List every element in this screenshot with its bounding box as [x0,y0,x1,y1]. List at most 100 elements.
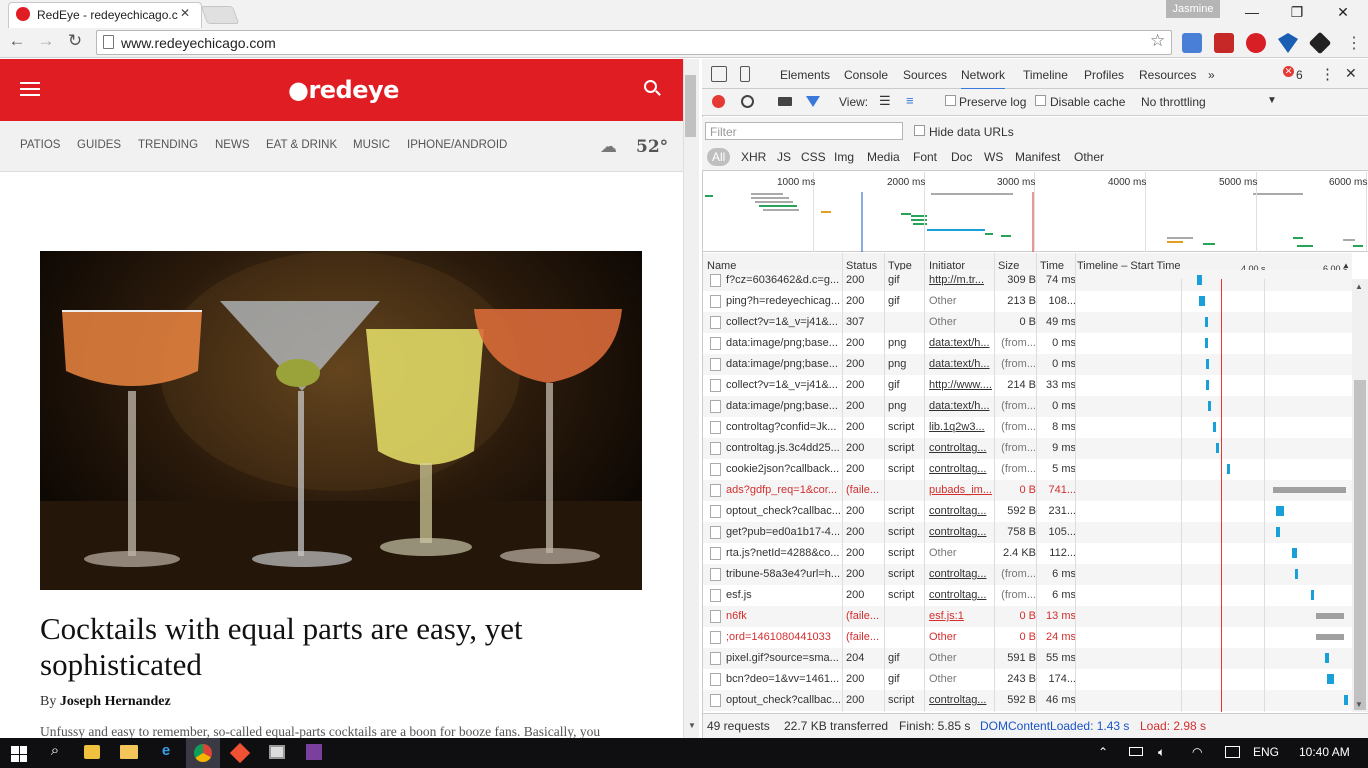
maximize-button[interactable]: ❐ [1274,0,1320,24]
filter-ws[interactable]: WS [984,150,1003,164]
hamburger-menu-icon[interactable] [20,82,40,96]
request-row[interactable]: esf.js 200 script controltag... (from... 6 ms [703,585,1352,606]
request-row[interactable]: collect?v=1&_v=j41&... 200 gif http://www..… [703,375,1352,396]
waterfall-view-icon[interactable]: ≡ [906,93,914,108]
tab-sources[interactable]: Sources [903,68,947,82]
chrome-menu-icon[interactable]: ⋮ [1346,33,1362,53]
cell-initiator[interactable]: lib.1q2w3... [929,421,995,433]
filter-media[interactable]: Media [867,150,900,164]
cell-initiator[interactable]: controltag... [929,505,995,517]
bookmark-star-icon[interactable]: ☆ [1150,31,1165,51]
request-row[interactable]: tribune-58a3e4?url=h... 200 script controlt… [703,564,1352,585]
search-taskbar-icon[interactable]: ⌕ [44,742,66,764]
request-row[interactable]: n6fk (faile... esf.js:1 0 B 13 ms [703,606,1352,627]
filter-input[interactable]: Filter [705,122,903,140]
request-row[interactable]: collect?v=1&_v=j41&... 307 Other 0 B 49 ms [703,312,1352,333]
request-row[interactable]: cookie2json?callback... 200 script controlt… [703,459,1352,480]
cell-initiator[interactable]: controltag... [929,463,995,475]
cell-initiator[interactable]: http://m.tr... [929,274,995,286]
devtools-close-icon[interactable]: ✕ [1345,65,1357,82]
more-tabs-button[interactable]: » [1208,68,1215,82]
cell-initiator[interactable]: http://www.... [929,379,995,391]
cell-initiator[interactable]: data:text/h... [929,337,995,349]
scroll-up-arrow-icon[interactable]: ▲ [1355,282,1363,291]
throttling-select[interactable]: No throttling [1141,95,1206,109]
filter-font[interactable]: Font [913,150,937,164]
record-icon[interactable] [712,95,725,108]
request-row[interactable]: optout_check?callbac... 200 script controlt… [703,501,1352,522]
redeye-logo[interactable]: ●redeye [288,76,399,104]
task-view-icon[interactable] [84,745,100,759]
request-row[interactable]: controltag?confid=Jk... 200 script lib.1q2w… [703,417,1352,438]
filter-js[interactable]: JS [777,150,791,164]
close-window-button[interactable]: ✕ [1320,0,1366,24]
nav-item-patios[interactable]: PATIOS [20,139,60,151]
filter-xhr[interactable]: XHR [741,150,766,164]
request-row[interactable]: data:image/png;base... 200 png data:text/h.… [703,333,1352,354]
nav-item-guides[interactable]: GUIDES [77,139,121,151]
cocktails-hero-image[interactable] [40,251,642,590]
cell-initiator[interactable]: data:text/h... [929,400,995,412]
page-scrollbar-thumb[interactable] [685,75,696,137]
filter-img[interactable]: Img [834,150,854,164]
error-icon[interactable]: ✕ [1283,66,1294,77]
adblock-extension-icon[interactable] [1246,33,1266,53]
pdf-extension-icon[interactable] [1214,33,1234,53]
tab-console[interactable]: Console [844,68,888,82]
action-center-icon[interactable] [1225,746,1240,758]
nav-item-news[interactable]: NEWS [215,139,250,151]
new-tab-button[interactable] [200,6,240,24]
capture-screenshots-icon[interactable] [778,97,792,106]
windows-start-icon[interactable] [11,746,27,762]
notepad-taskbar-icon[interactable] [269,745,285,759]
request-row[interactable]: pixel.gif?source=sma... 204 gif Other 591 B 5… [703,648,1352,669]
address-bar[interactable]: www.redeyechicago.com [96,30,1172,55]
reload-icon[interactable]: ↻ [63,31,87,51]
throttling-dropdown-icon[interactable]: ▼ [1267,95,1277,106]
back-arrow-icon[interactable]: ← [5,31,29,51]
large-rows-icon[interactable]: ☰ [879,93,891,109]
hide-data-urls-checkbox[interactable] [914,125,925,136]
inspect-element-icon[interactable] [711,66,727,82]
tab-profiles[interactable]: Profiles [1084,68,1124,82]
profile-badge[interactable]: Jasmine [1166,0,1220,18]
filter-other[interactable]: Other [1074,150,1104,164]
cell-initiator[interactable]: pubads_im... [929,484,995,496]
hide-data-urls-label[interactable]: Hide data URLs [929,125,1014,139]
article-headline[interactable]: Cocktails with equal parts are easy, yet… [40,611,660,683]
nav-item-music[interactable]: MUSIC [353,139,390,151]
wifi-icon[interactable]: ◠ [1192,745,1202,759]
request-row[interactable]: ping?h=redeyechicag... 200 gif Other 213 B 10… [703,291,1352,312]
filter-all[interactable]: All [707,148,731,166]
devtools-menu-icon[interactable]: ⋮ [1320,65,1335,83]
tab-elements[interactable]: Elements [780,68,830,82]
clock[interactable]: 10:40 AM [1299,745,1350,759]
tab-resources[interactable]: Resources [1139,68,1196,82]
file-explorer-icon[interactable] [120,745,138,759]
request-row[interactable]: data:image/png;base... 200 png data:text/h.… [703,354,1352,375]
disable-cache-checkbox[interactable] [1035,95,1046,106]
nav-item-iphone-android[interactable]: IPHONE/ANDROID [407,139,507,151]
filter-funnel-icon[interactable] [806,96,820,107]
error-count[interactable]: 6 [1296,68,1303,82]
input-language[interactable]: ENG [1253,745,1279,759]
author-name[interactable]: Joseph Hernandez [60,694,171,709]
scroll-down-arrow-icon[interactable]: ▼ [1355,700,1363,709]
sort-ascending-icon[interactable]: ▲ [1342,261,1350,270]
filter-doc[interactable]: Doc [951,150,972,164]
disable-cache-label[interactable]: Disable cache [1050,95,1125,109]
cell-initiator[interactable]: controltag... [929,526,995,538]
preserve-log-checkbox[interactable] [945,95,956,106]
tab-network[interactable]: Network [961,68,1006,90]
cell-initiator[interactable]: data:text/h... [929,358,995,370]
battery-icon[interactable] [1129,747,1143,756]
chrome-taskbar-icon[interactable] [194,744,212,762]
device-mode-icon[interactable] [740,66,750,82]
tray-overflow-icon[interactable]: ⌃ [1098,745,1108,759]
request-row[interactable]: optout_check?callbac... 200 script controlt… [703,690,1352,711]
request-row[interactable]: ads?gdfp_req=1&cor... (faile... pubads_im.… [703,480,1352,501]
request-row[interactable]: f?cz=6036462&d.c=g... 200 gif http://m.tr..… [703,270,1352,291]
preserve-log-label[interactable]: Preserve log [959,95,1026,109]
cell-initiator[interactable]: esf.js:1 [929,610,995,622]
request-row[interactable]: controltag.js.3c4dd25... 200 script control… [703,438,1352,459]
